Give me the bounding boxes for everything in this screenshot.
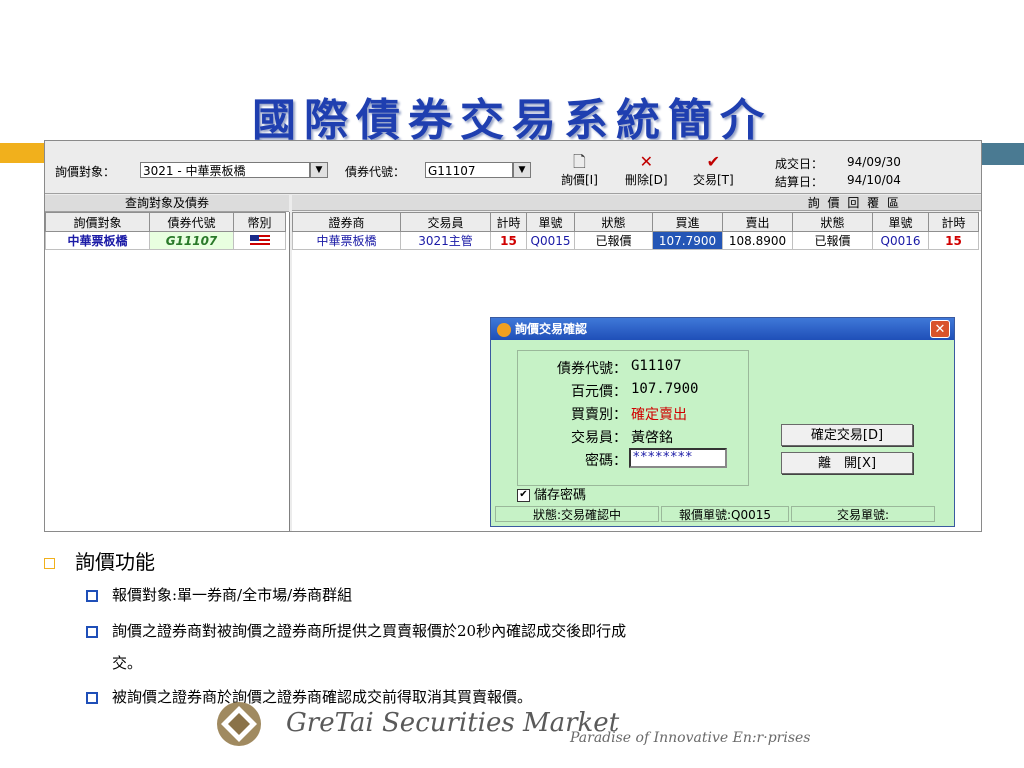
bullet-item-text: 詢價之證券商對被詢價之證券商所提供之買賣報價於20秒內確認成交後即行成 <box>112 622 627 640</box>
col-header-status-2[interactable]: 狀態 <box>792 212 873 232</box>
bond-code-combo[interactable]: G11107 <box>425 162 513 178</box>
close-icon[interactable]: ✕ <box>930 320 950 338</box>
trade-button[interactable]: ✔ 交易[T] <box>693 153 734 188</box>
field-row: 密碼： <box>519 450 627 470</box>
trade-confirm-dialog: 詢價交易確認 ✕ 債券代號： G11107 百元價： 107.7900 買賣別：… <box>490 317 955 527</box>
bullet-main-text: 詢價功能 <box>75 550 155 574</box>
trade-no-text: 交易單號: <box>791 506 935 522</box>
order-no-cell-2[interactable]: Q0016 <box>872 231 929 250</box>
bond-code-cell[interactable]: G11107 <box>149 231 234 250</box>
trade-date-label: 成交日： <box>775 157 824 171</box>
col-header-currency[interactable]: 幣別 <box>233 212 286 232</box>
bullet-square-icon <box>44 558 55 569</box>
table-row[interactable]: 中華票板橋 3021主管 15 Q0015 已報價 107.7900 108.8… <box>292 231 979 250</box>
bullet-square-icon <box>86 692 98 704</box>
col-header-timer-2[interactable]: 計時 <box>928 212 979 232</box>
dialog-status-bar: 狀態:交易確認中 報價單號:Q0015 交易單號: <box>495 506 950 524</box>
trader-field-value: 黃啓銘 <box>631 430 673 446</box>
new-doc-icon: 🗋 <box>573 152 586 171</box>
status-text: 狀態:交易確認中 <box>495 506 659 522</box>
bid-price-cell[interactable]: 107.7900 <box>652 231 723 250</box>
col-header-dealer[interactable]: 證券商 <box>292 212 401 232</box>
save-password-checkbox[interactable]: ✔ 儲存密碼 <box>517 484 586 503</box>
inquiry-target-combo[interactable]: 3021 - 中華票板橋 <box>140 162 310 178</box>
bond-code-field-label: 債券代號： <box>557 361 627 377</box>
settle-date-value: 94/10/04 <box>847 173 901 187</box>
trade-button-label: 交易[T] <box>693 173 734 187</box>
status-cell-2[interactable]: 已報價 <box>792 231 873 250</box>
col-header-timer[interactable]: 計時 <box>490 212 527 232</box>
bullet-square-icon <box>86 590 98 602</box>
delete-button-label: 刪除[D] <box>625 173 668 187</box>
password-field-label: 密碼： <box>585 453 627 469</box>
toolbar: 詢價對象： 3021 - 中華票板橋 ▼ 債券代號： G11107 ▼ 🗋 詢價… <box>45 141 981 194</box>
left-panel-title: 查詢對象及債券 <box>45 195 289 212</box>
inquiry-button-label: 詢價[I] <box>561 173 598 187</box>
status-cell[interactable]: 已報價 <box>574 231 653 250</box>
inquiry-target-label: 詢價對象： <box>55 165 116 179</box>
trader-field-label: 交易員： <box>571 430 627 446</box>
col-header-target[interactable]: 詢價對象 <box>45 212 150 232</box>
confirm-trade-button[interactable]: 確定交易[D] <box>781 424 913 446</box>
quote-no-text: 報價單號:Q0015 <box>661 506 789 522</box>
currency-cell[interactable] <box>233 231 286 250</box>
price-field-value: 107.7900 <box>631 381 699 397</box>
bullet-square-icon <box>86 626 98 638</box>
checkmark-icon: ✔ <box>706 152 721 171</box>
inquiry-target-dropdown-icon[interactable]: ▼ <box>310 162 328 178</box>
bullet-item: 被詢價之證券商於詢價之證券商確認成交前得取消其買賣報價。 <box>86 686 532 707</box>
quote-reply-table: 證券商 交易員 計時 單號 狀態 買進 賣出 狀態 單號 計時 中華票板橋 30… <box>292 212 979 250</box>
left-pane: 詢價對象 債券代號 幣別 中華票板橋 G11107 <box>45 212 290 531</box>
bond-code-label: 債券代號： <box>345 165 406 179</box>
us-flag-icon <box>249 235 270 247</box>
checkbox-check-icon: ✔ <box>517 489 530 502</box>
field-row: 買賣別： <box>519 404 627 424</box>
trade-date-value: 94/09/30 <box>847 155 901 169</box>
side-field-value: 確定賣出 <box>631 407 687 423</box>
bullet-item-text: 被詢價之證券商於詢價之證券商確認成交前得取消其買賣報價。 <box>112 688 533 706</box>
col-header-order-no[interactable]: 單號 <box>526 212 575 232</box>
timer-cell-2[interactable]: 15 <box>928 231 979 250</box>
dialog-title: 詢價交易確認 <box>515 322 588 336</box>
app-icon <box>497 322 511 337</box>
gretai-logo-icon <box>217 702 261 746</box>
field-row: 債券代號： <box>519 358 627 378</box>
col-header-bid[interactable]: 買進 <box>652 212 723 232</box>
bullet-item: 報價對象:單一券商/全市場/券商群組 <box>86 584 352 605</box>
table-row[interactable]: 中華票板橋 G11107 <box>45 231 286 250</box>
password-input[interactable]: ******** <box>629 448 727 468</box>
right-panel-title: 詢 價 回 覆 區 <box>292 195 981 211</box>
dialog-titlebar[interactable]: 詢價交易確認 <box>491 318 954 340</box>
col-header-trader[interactable]: 交易員 <box>400 212 491 232</box>
price-field-label: 百元價： <box>571 384 627 400</box>
bond-code-dropdown-icon[interactable]: ▼ <box>513 162 531 178</box>
delete-button[interactable]: ✕ 刪除[D] <box>625 153 668 188</box>
col-header-status[interactable]: 狀態 <box>574 212 653 232</box>
col-header-bond-code[interactable]: 債券代號 <box>149 212 234 232</box>
bullet-item: 詢價之證券商對被詢價之證券商所提供之買賣報價於20秒內確認成交後即行成 <box>86 620 626 641</box>
trader-cell[interactable]: 3021主管 <box>400 231 491 250</box>
field-row: 交易員： <box>519 427 627 447</box>
leave-button[interactable]: 離 開[X] <box>781 452 913 474</box>
bond-code-field-value: G11107 <box>631 358 682 374</box>
slide-title: 國際債券交易系統簡介 <box>252 95 772 146</box>
target-table: 詢價對象 債券代號 幣別 中華票板橋 G11107 <box>45 212 286 250</box>
target-cell[interactable]: 中華票板橋 <box>45 231 150 250</box>
delete-x-icon: ✕ <box>639 152 653 171</box>
bullet-item-continuation: 交。 <box>112 654 143 672</box>
footer-tagline: Paradise of Innovative En:r·prises <box>570 730 811 746</box>
col-header-order-no-2[interactable]: 單號 <box>872 212 929 232</box>
field-row: 百元價： <box>519 381 627 401</box>
save-password-label: 儲存密碼 <box>534 488 587 503</box>
settle-date-label: 結算日： <box>775 175 824 189</box>
inquiry-button[interactable]: 🗋 詢價[I] <box>561 153 598 188</box>
ask-price-cell[interactable]: 108.8900 <box>722 231 793 250</box>
dealer-cell[interactable]: 中華票板橋 <box>292 231 401 250</box>
bullet-item-text: 報價對象:單一券商/全市場/券商群組 <box>112 586 353 604</box>
col-header-ask[interactable]: 賣出 <box>722 212 793 232</box>
order-no-cell[interactable]: Q0015 <box>526 231 575 250</box>
timer-cell[interactable]: 15 <box>490 231 527 250</box>
side-field-label: 買賣別： <box>571 407 627 423</box>
bullet-main: 詢價功能 <box>44 546 155 575</box>
